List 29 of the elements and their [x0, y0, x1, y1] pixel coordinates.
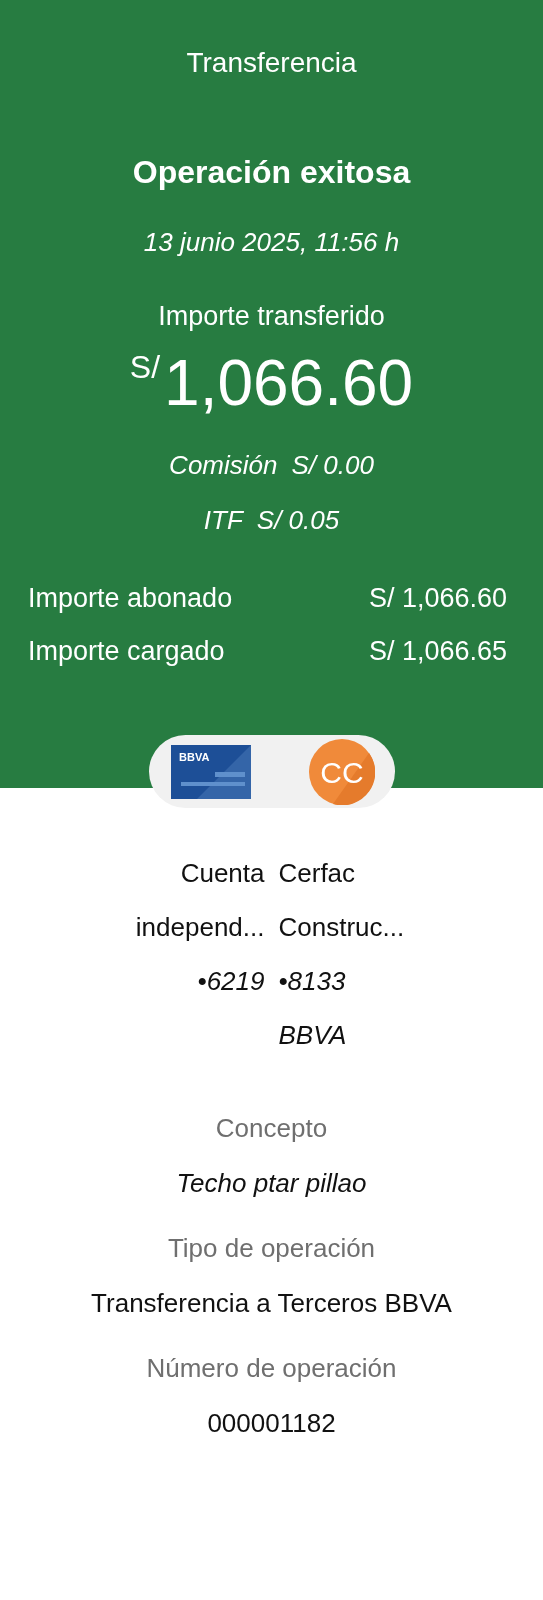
detail-label: Tipo de operación: [167, 1232, 376, 1265]
source-account-number: •6219: [197, 965, 265, 998]
detail-value: 000001182: [207, 1407, 336, 1440]
amount-label: Importe transferido: [158, 300, 385, 333]
destination-account-name: Cerfac: [278, 857, 356, 890]
total-value: S/ 1,066.60: [368, 582, 507, 615]
detail-value: Techo ptar pillao: [176, 1167, 367, 1200]
detail-label: Número de operación: [146, 1352, 397, 1385]
fee-label: ITF: [203, 504, 243, 537]
detail-label: Concepto: [215, 1112, 328, 1145]
destination-bank: BBVA: [278, 1019, 347, 1052]
status-heading: Operación exitosa: [132, 153, 411, 192]
total-label: Importe abonado: [28, 582, 233, 615]
fee-value: S/ 0.00: [291, 449, 374, 482]
total-value: S/ 1,066.65: [368, 635, 507, 668]
destination-account-number: •8133: [278, 965, 346, 998]
fee-label: Comisión: [169, 449, 278, 482]
detail-value: Transferencia a Terceros BBVA: [91, 1287, 452, 1320]
page-title: Transferencia: [186, 46, 357, 80]
bank-card-icon: BBVA: [170, 744, 251, 799]
destination-account-name: Construc...: [278, 911, 405, 944]
source-account-name: independ...: [135, 911, 265, 944]
total-label: Importe cargado: [28, 635, 225, 668]
date-time: 13 junio 2025, 11:56 h: [143, 226, 400, 259]
fee-value: S/ 0.05: [256, 504, 340, 537]
amount-value: 1,066.60: [164, 347, 414, 419]
currency-symbol: S/: [129, 348, 161, 387]
source-account-name: Cuenta: [180, 857, 265, 890]
initials-avatar: CC: [308, 738, 375, 805]
